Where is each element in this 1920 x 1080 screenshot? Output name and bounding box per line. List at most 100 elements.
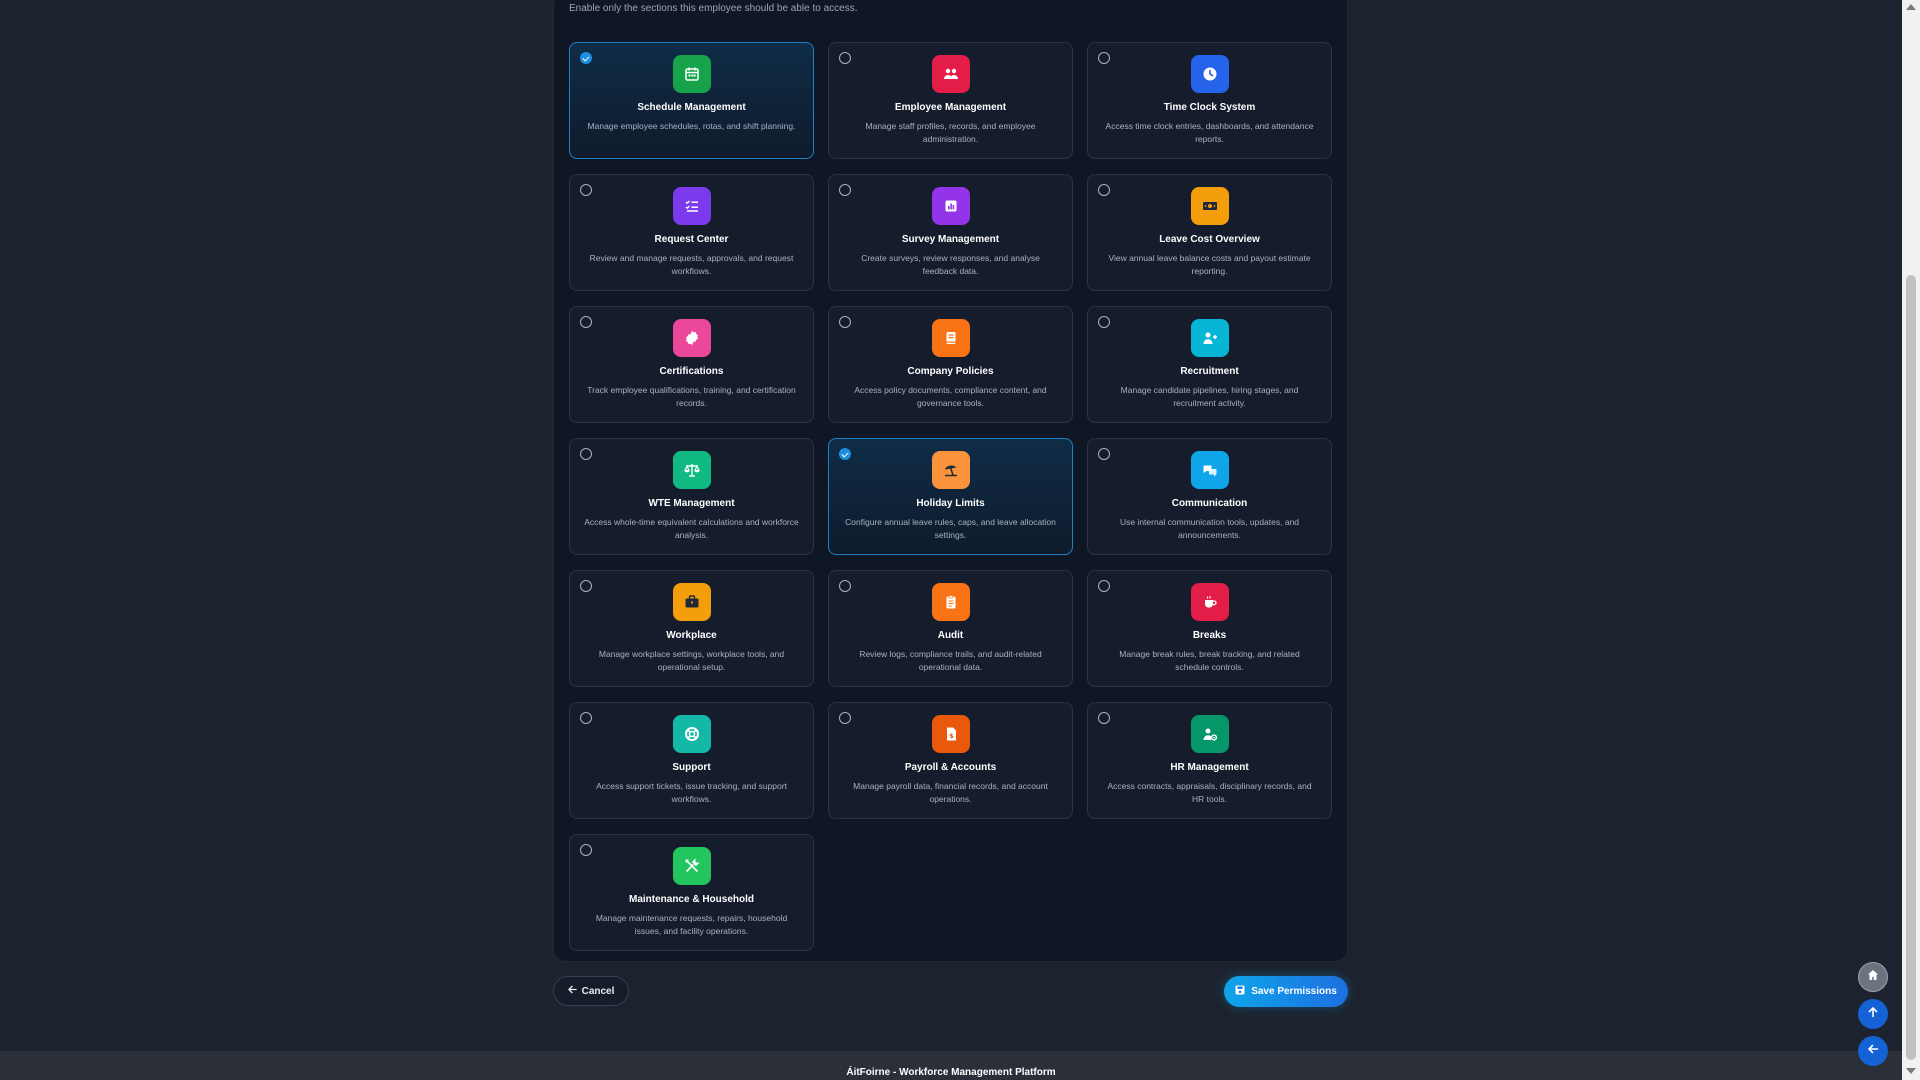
module-card[interactable]: Certifications Track employee qualificati… <box>569 306 814 423</box>
home-button[interactable] <box>1858 962 1888 992</box>
module-card[interactable]: Holiday Limits Configure annual leave rul… <box>828 438 1073 555</box>
module-card[interactable]: Communication Use internal communication … <box>1087 438 1332 555</box>
module-description: Track employee qualifications, training,… <box>587 385 796 408</box>
module-description: Access whole-time equivalent calculation… <box>584 517 799 540</box>
scale-icon <box>672 451 711 489</box>
module-title: Leave Cost Overview <box>1159 234 1260 245</box>
module-checkbox[interactable] <box>839 712 851 724</box>
module-description: Create surveys, review responses, and an… <box>861 253 1040 276</box>
module-description: Manage payroll data, financial records, … <box>853 781 1048 804</box>
module-checkbox[interactable] <box>1098 712 1110 724</box>
module-card[interactable]: HR Management Access contracts, appraisal… <box>1087 702 1332 819</box>
module-card[interactable]: Company Policies Access policy documents,… <box>828 306 1073 423</box>
module-description: Access contracts, appraisals, disciplina… <box>1107 781 1312 804</box>
scroll-thumb[interactable] <box>1906 275 1916 1060</box>
module-checkbox[interactable] <box>1098 448 1110 460</box>
calendar-icon <box>672 55 711 93</box>
module-card[interactable]: Leave Cost Overview View annual leave bal… <box>1087 174 1332 291</box>
module-checkbox[interactable] <box>839 184 851 196</box>
module-description: Review logs, compliance trails, and audi… <box>859 649 1042 672</box>
cancel-button[interactable]: Cancel <box>553 976 629 1006</box>
footer: ÁitFoirne - Workforce Management Platfor… <box>0 1051 1902 1080</box>
module-card[interactable]: Employee Management Manage staff profiles… <box>828 42 1073 159</box>
clipboard-icon <box>931 583 970 621</box>
module-card[interactable]: $ Payroll & Accounts Manage payroll data, … <box>828 702 1073 819</box>
users-icon <box>931 55 970 93</box>
module-card[interactable]: Recruitment Manage candidate pipelines, h… <box>1087 306 1332 423</box>
list-check-icon <box>672 187 711 225</box>
umbrella-beach-icon <box>931 451 970 489</box>
module-checkbox[interactable] <box>580 316 592 328</box>
module-description: Manage maintenance requests, repairs, ho… <box>595 913 788 936</box>
scroll-down-arrow[interactable] <box>1906 1068 1916 1074</box>
module-description: Access time clock entries, dashboards, a… <box>1105 121 1314 144</box>
save-label: Save Permissions <box>1251 986 1337 997</box>
page-scrollbar[interactable] <box>1902 0 1920 1080</box>
svg-text:$: $ <box>949 732 954 740</box>
module-title: Request Center <box>654 234 729 245</box>
save-permissions-button[interactable]: Save Permissions <box>1224 976 1348 1007</box>
module-description: Manage candidate pipelines, hiring stage… <box>1120 385 1299 408</box>
module-checkbox[interactable] <box>839 580 851 592</box>
module-title: HR Management <box>1170 762 1249 773</box>
certificate-icon <box>672 319 711 357</box>
module-card[interactable]: Breaks Manage break rules, break tracking… <box>1087 570 1332 687</box>
module-checkbox[interactable] <box>1098 184 1110 196</box>
module-card[interactable]: Schedule Management Manage employee sched… <box>569 42 814 159</box>
module-card[interactable]: Audit Review logs, compliance trails, and… <box>828 570 1073 687</box>
module-description: Use internal communication tools, update… <box>1119 517 1300 540</box>
user-plus-icon <box>1190 319 1229 357</box>
module-card[interactable]: Request Center Review and manage requests… <box>569 174 814 291</box>
briefcase-icon <box>672 583 711 621</box>
module-title: Support <box>672 762 711 773</box>
module-card[interactable]: Support Access support tickets, issue tra… <box>569 702 814 819</box>
module-grid: Schedule Management Manage employee sched… <box>569 42 1333 951</box>
module-card[interactable]: Workplace Manage workplace settings, work… <box>569 570 814 687</box>
book-icon <box>931 319 970 357</box>
money-icon <box>1190 187 1229 225</box>
module-title: Recruitment <box>1180 366 1239 377</box>
module-card[interactable]: WTE Management Access whole-time equivale… <box>569 438 814 555</box>
module-title: WTE Management <box>648 498 735 509</box>
module-title: Company Policies <box>907 366 994 377</box>
module-checkbox[interactable] <box>1098 580 1110 592</box>
module-checkbox[interactable] <box>1098 316 1110 328</box>
module-checkbox[interactable] <box>839 52 851 64</box>
module-title: Breaks <box>1192 630 1227 641</box>
clock-icon <box>1190 55 1229 93</box>
lifebuoy-icon <box>672 715 711 753</box>
cancel-label: Cancel <box>581 985 615 997</box>
scroll-up-arrow[interactable] <box>1906 4 1916 10</box>
module-description: Manage workplace settings, workplace too… <box>598 649 785 672</box>
module-checkbox[interactable] <box>580 580 592 592</box>
module-description: Access policy documents, compliance cont… <box>854 385 1047 408</box>
module-card[interactable]: Time Clock System Access time clock entri… <box>1087 42 1332 159</box>
module-card[interactable]: Survey Management Create surveys, review … <box>828 174 1073 291</box>
user-gear-icon <box>1190 715 1229 753</box>
module-title: Time Clock System <box>1163 102 1256 113</box>
module-title: Maintenance & Household <box>628 894 754 905</box>
module-description: Review and manage requests, approvals, a… <box>589 253 794 276</box>
module-title: Employee Management <box>894 102 1007 113</box>
module-title: Audit <box>937 630 964 641</box>
module-description: Manage break rules, break tracking, and … <box>1119 649 1300 672</box>
module-checkbox[interactable] <box>580 712 592 724</box>
module-checkbox[interactable] <box>580 52 592 64</box>
chat-icon <box>1190 451 1229 489</box>
back-button[interactable] <box>1858 1036 1888 1066</box>
invoice-icon: $ <box>931 715 970 753</box>
module-checkbox[interactable] <box>1098 52 1110 64</box>
module-checkbox[interactable] <box>580 184 592 196</box>
module-card[interactable]: Maintenance & Household Manage maintenanc… <box>569 834 814 951</box>
module-description: View annual leave balance costs and payo… <box>1108 253 1311 276</box>
module-title: Holiday Limits <box>916 498 985 509</box>
module-checkbox[interactable] <box>839 448 851 460</box>
module-checkbox[interactable] <box>839 316 851 328</box>
module-description: Access support tickets, issue tracking, … <box>596 781 787 804</box>
module-checkbox[interactable] <box>580 448 592 460</box>
chart-icon <box>931 187 970 225</box>
module-checkbox[interactable] <box>580 844 592 856</box>
arrow-up-icon <box>1867 1005 1879 1023</box>
module-title: Workplace <box>666 630 717 641</box>
scroll-top-button[interactable] <box>1858 999 1888 1029</box>
